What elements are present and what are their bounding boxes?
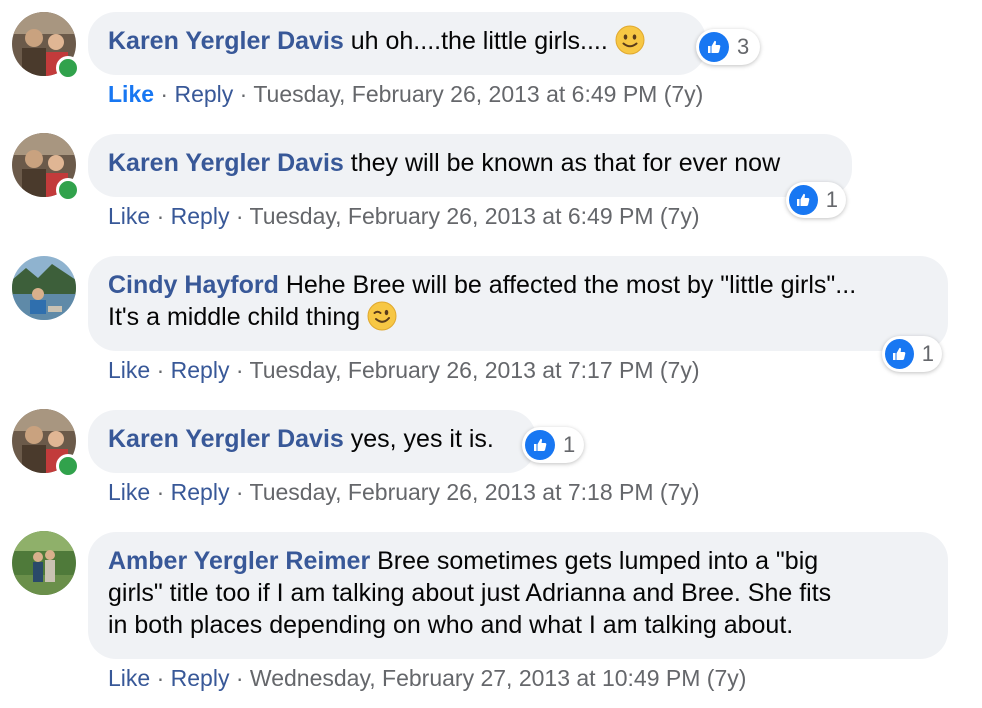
like-button[interactable]: Like <box>108 203 150 229</box>
like-reaction-icon <box>699 32 729 62</box>
comment-text: yes, yes it is. <box>350 425 494 453</box>
comment-actions: Like · Reply · Tuesday, February 26, 201… <box>108 81 704 107</box>
reaction-number: 1 <box>921 341 934 366</box>
comment-actions: Like · Reply · Tuesday, February 26, 201… <box>108 203 700 229</box>
reply-button[interactable]: Reply <box>171 665 230 691</box>
timestamp[interactable]: Tuesday, February 26, 2013 at 6:49 PM (7… <box>253 81 703 107</box>
reaction-count[interactable]: 1 <box>786 182 846 218</box>
winking-face-icon <box>367 301 397 331</box>
comment-actions: Like · Reply · Wednesday, February 27, 2… <box>108 665 747 691</box>
comment-text: uh oh....the little girls.... <box>350 27 608 55</box>
like-reaction-icon <box>525 430 555 460</box>
online-status-icon <box>56 454 80 478</box>
author-name[interactable]: Karen Yergler Davis <box>108 425 344 453</box>
comment-bubble: Amber Yergler Reimer Bree sometimes gets… <box>88 532 948 659</box>
like-button[interactable]: Like <box>108 357 150 383</box>
comment-text: in both places depending on who and what… <box>108 611 794 639</box>
avatar[interactable] <box>12 256 76 320</box>
online-status-icon <box>56 56 80 80</box>
online-status-icon <box>56 178 80 202</box>
comment-text: Bree sometimes gets lumped into a "big <box>377 547 819 575</box>
like-button[interactable]: Like <box>108 665 150 691</box>
timestamp[interactable]: Tuesday, February 26, 2013 at 7:18 PM (7… <box>250 479 700 505</box>
comment-text: girls" title too if I am talking about j… <box>108 579 832 607</box>
reply-button[interactable]: Reply <box>171 203 230 229</box>
comment-bubble: Cindy Hayford Hehe Bree will be affected… <box>88 256 948 351</box>
author-name[interactable]: Karen Yergler Davis <box>108 149 344 177</box>
avatar[interactable] <box>12 531 76 595</box>
comment-actions: Like · Reply · Tuesday, February 26, 201… <box>108 357 700 383</box>
like-reaction-icon <box>789 185 818 215</box>
reaction-number: 1 <box>825 187 838 212</box>
comment-text: they will be known as that for ever now <box>350 149 781 177</box>
author-name[interactable]: Karen Yergler Davis <box>108 27 344 55</box>
slightly-smiling-face-icon <box>615 25 645 55</box>
author-name[interactable]: Cindy Hayford <box>108 271 279 299</box>
reaction-number: 1 <box>563 432 576 457</box>
comment-text: Hehe Bree will be affected the most by "… <box>285 271 857 299</box>
comment-actions: Like · Reply · Tuesday, February 26, 201… <box>108 479 700 505</box>
comment-bubble: Karen Yergler Davis yes, yes it is. <box>88 410 536 473</box>
like-button[interactable]: Like <box>108 479 150 505</box>
reaction-count[interactable]: 1 <box>882 336 942 372</box>
reaction-count[interactable]: 1 <box>522 427 584 463</box>
comment-text: It's a middle child thing <box>108 303 361 331</box>
timestamp[interactable]: Tuesday, February 26, 2013 at 6:49 PM (7… <box>250 203 700 229</box>
like-button[interactable]: Like <box>108 81 154 107</box>
comment-bubble: Karen Yergler Davis uh oh....the little … <box>88 12 706 75</box>
reply-button[interactable]: Reply <box>174 81 233 107</box>
timestamp[interactable]: Wednesday, February 27, 2013 at 10:49 PM… <box>250 665 746 691</box>
reaction-count[interactable]: 3 <box>696 29 760 65</box>
reply-button[interactable]: Reply <box>171 357 230 383</box>
reply-button[interactable]: Reply <box>171 479 230 505</box>
timestamp[interactable]: Tuesday, February 26, 2013 at 7:17 PM (7… <box>250 357 700 383</box>
reaction-number: 3 <box>737 34 750 59</box>
author-name[interactable]: Amber Yergler Reimer <box>108 547 370 575</box>
like-reaction-icon <box>885 339 914 369</box>
comment-bubble: Karen Yergler Davis they will be known a… <box>88 134 852 197</box>
